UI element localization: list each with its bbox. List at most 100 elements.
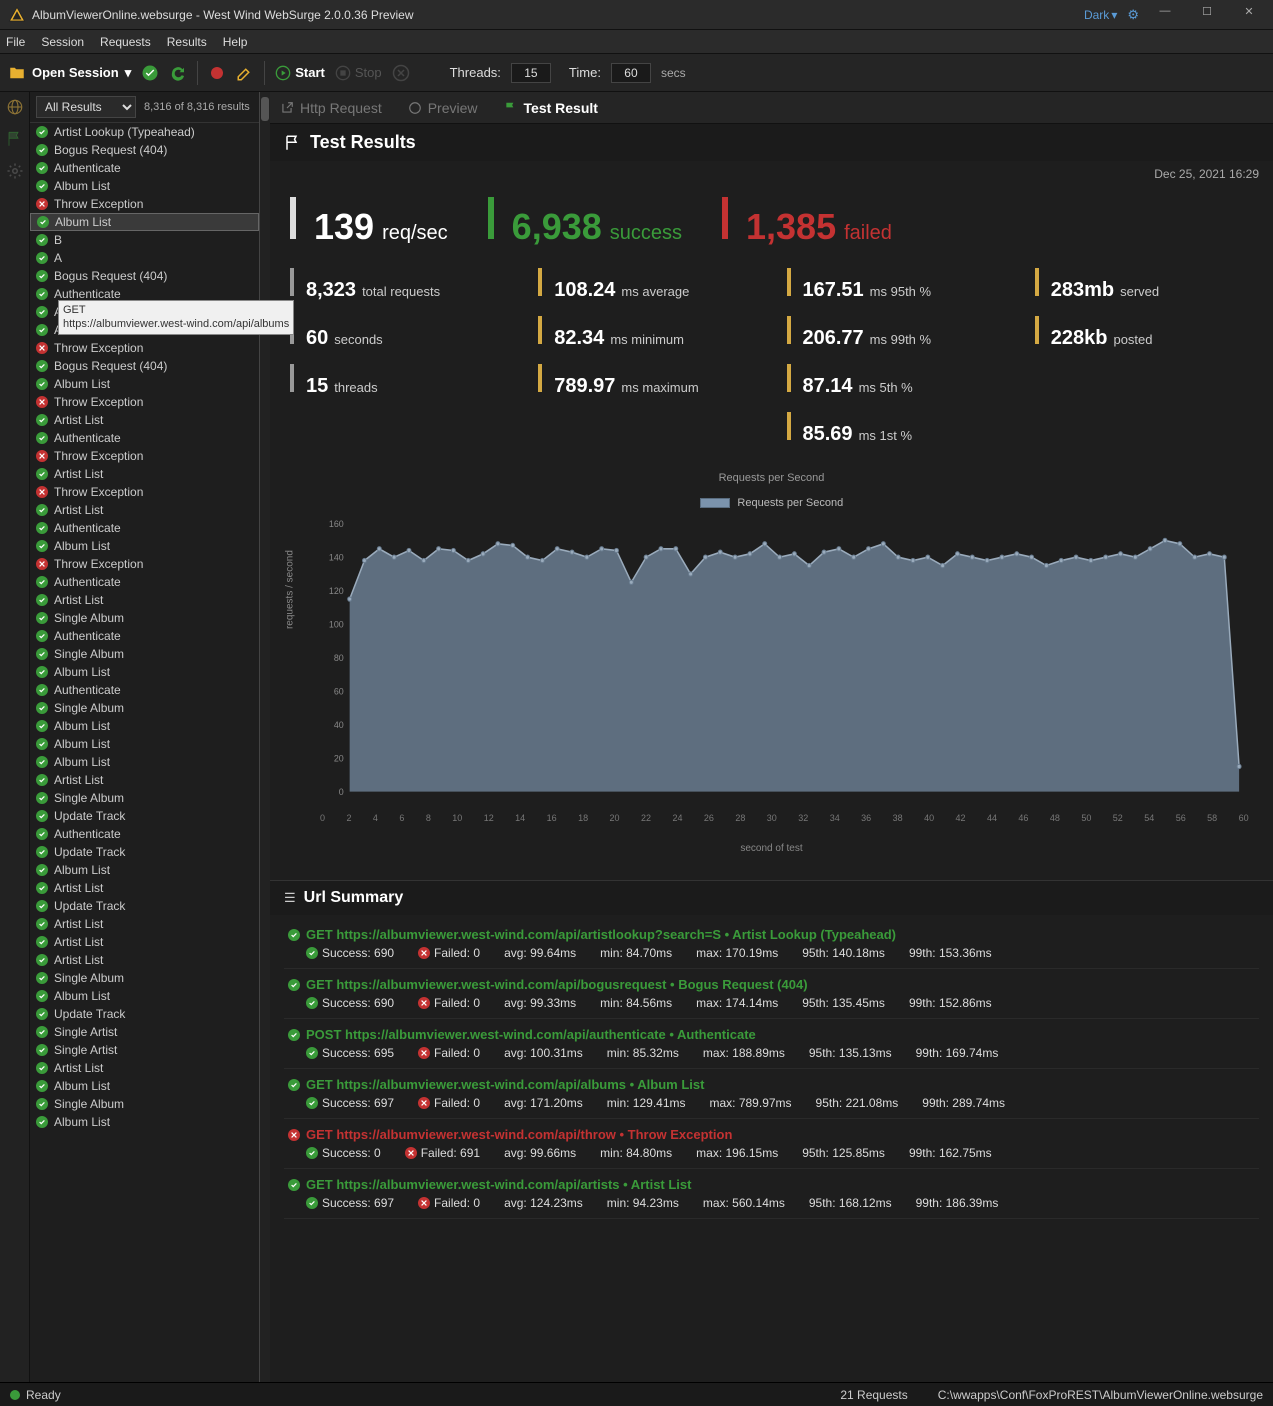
request-item[interactable]: Bogus Request (404) xyxy=(30,141,259,159)
request-item[interactable]: Artist List xyxy=(30,951,259,969)
tab-http-request[interactable]: Http Request xyxy=(280,100,382,116)
request-item[interactable]: Artist List xyxy=(30,465,259,483)
request-item[interactable]: Artist List xyxy=(30,591,259,609)
menu-session[interactable]: Session xyxy=(41,35,84,49)
url-summary-item[interactable]: GET https://albumviewer.west-wind.com/ap… xyxy=(284,1119,1259,1169)
request-label: Single Album xyxy=(54,701,124,715)
request-item[interactable]: Authenticate xyxy=(30,519,259,537)
url-summary-item[interactable]: GET https://albumviewer.west-wind.com/ap… xyxy=(284,969,1259,1019)
request-item[interactable]: Throw Exception xyxy=(30,555,259,573)
request-item[interactable]: Update Track xyxy=(30,807,259,825)
request-item[interactable]: Throw Exception xyxy=(30,339,259,357)
request-item[interactable]: Authenticate xyxy=(30,429,259,447)
request-item[interactable]: Album List xyxy=(30,1077,259,1095)
settings-icon[interactable]: ⚙ xyxy=(1127,7,1139,23)
menu-results[interactable]: Results xyxy=(167,35,207,49)
edit-icon[interactable] xyxy=(236,64,254,82)
check-icon xyxy=(36,1008,48,1020)
request-item[interactable]: Artist List xyxy=(30,1059,259,1077)
minimize-button[interactable]: — xyxy=(1149,5,1181,25)
request-item[interactable]: Update Track xyxy=(30,843,259,861)
check-icon[interactable] xyxy=(141,64,159,82)
results-filter-select[interactable]: All Results xyxy=(36,96,136,118)
refresh-icon[interactable] xyxy=(169,64,187,82)
check-icon xyxy=(36,1116,48,1128)
request-item[interactable]: B xyxy=(30,231,259,249)
maximize-button[interactable]: ☐ xyxy=(1191,5,1223,25)
request-item[interactable]: Album List xyxy=(30,537,259,555)
menu-file[interactable]: File xyxy=(6,35,25,49)
request-item[interactable]: Update Track xyxy=(30,1005,259,1023)
request-item[interactable]: Authenticate xyxy=(30,159,259,177)
gear-icon[interactable] xyxy=(6,162,24,180)
request-item[interactable]: A xyxy=(30,249,259,267)
request-item[interactable]: Artist Lookup (Typeahead) xyxy=(30,123,259,141)
request-item[interactable]: Artist List xyxy=(30,411,259,429)
request-item[interactable]: Authenticate xyxy=(30,681,259,699)
request-item[interactable]: Single Album xyxy=(30,789,259,807)
stop-button[interactable]: Stop xyxy=(335,65,382,81)
request-label: Artist List xyxy=(54,593,103,607)
check-icon xyxy=(36,918,48,930)
request-item[interactable]: Album List xyxy=(30,861,259,879)
request-item[interactable]: Authenticate xyxy=(30,627,259,645)
request-item[interactable]: Throw Exception xyxy=(30,393,259,411)
tab-preview[interactable]: Preview xyxy=(408,100,478,116)
check-icon xyxy=(36,792,48,804)
time-input[interactable] xyxy=(611,63,651,83)
check-icon xyxy=(36,144,48,156)
request-item[interactable]: Album List xyxy=(30,375,259,393)
request-item[interactable]: Artist List xyxy=(30,879,259,897)
tab-test-result[interactable]: Test Result xyxy=(504,100,598,116)
svg-text:0: 0 xyxy=(339,786,344,796)
flag-icon[interactable] xyxy=(6,130,24,148)
request-item[interactable]: Throw Exception xyxy=(30,483,259,501)
check-icon xyxy=(36,306,48,318)
request-item[interactable]: Authenticate xyxy=(30,825,259,843)
request-item[interactable]: Album List xyxy=(30,753,259,771)
cancel-icon[interactable] xyxy=(392,64,410,82)
request-item[interactable]: Update Track xyxy=(30,897,259,915)
url-summary-item[interactable]: GET https://albumviewer.west-wind.com/ap… xyxy=(284,919,1259,969)
menu-help[interactable]: Help xyxy=(223,35,248,49)
globe-icon[interactable] xyxy=(6,98,24,116)
url-summary-item[interactable]: GET https://albumviewer.west-wind.com/ap… xyxy=(284,1169,1259,1219)
url-summary-item[interactable]: POST https://albumviewer.west-wind.com/a… xyxy=(284,1019,1259,1069)
request-item[interactable]: Throw Exception xyxy=(30,195,259,213)
request-item[interactable]: Artist List xyxy=(30,501,259,519)
small-metric xyxy=(1035,364,1253,398)
request-item[interactable]: Throw Exception xyxy=(30,447,259,465)
request-item[interactable]: Album List xyxy=(30,213,259,231)
open-session-button[interactable]: Open Session ▾ xyxy=(8,64,131,82)
request-item[interactable]: Artist List xyxy=(30,933,259,951)
request-item[interactable]: Single Album xyxy=(30,609,259,627)
menu-requests[interactable]: Requests xyxy=(100,35,151,49)
check-icon xyxy=(306,997,318,1009)
request-item[interactable]: Authenticate xyxy=(30,573,259,591)
request-item[interactable]: Bogus Request (404) xyxy=(30,267,259,285)
request-item[interactable]: Album List xyxy=(30,177,259,195)
theme-selector[interactable]: Dark ▾ xyxy=(1084,8,1117,22)
request-item[interactable]: Album List xyxy=(30,663,259,681)
sidebar-scrollbar[interactable] xyxy=(260,92,270,1382)
close-button[interactable]: ✕ xyxy=(1233,5,1265,25)
record-icon[interactable] xyxy=(208,64,226,82)
check-icon xyxy=(36,720,48,732)
request-item[interactable]: Artist List xyxy=(30,915,259,933)
request-item[interactable]: Artist List xyxy=(30,771,259,789)
request-item[interactable]: Album List xyxy=(30,735,259,753)
request-item[interactable]: Album List xyxy=(30,1113,259,1131)
request-item[interactable]: Single Album xyxy=(30,699,259,717)
request-item[interactable]: Single Artist xyxy=(30,1041,259,1059)
request-item[interactable]: Single Album xyxy=(30,645,259,663)
request-item[interactable]: Bogus Request (404) xyxy=(30,357,259,375)
threads-input[interactable] xyxy=(511,63,551,83)
request-item[interactable]: Album List xyxy=(30,987,259,1005)
request-item[interactable]: Album List xyxy=(30,717,259,735)
request-label: Artist Lookup (Typeahead) xyxy=(54,125,195,139)
request-item[interactable]: Single Artist xyxy=(30,1023,259,1041)
request-item[interactable]: Single Album xyxy=(30,1095,259,1113)
url-summary-item[interactable]: GET https://albumviewer.west-wind.com/ap… xyxy=(284,1069,1259,1119)
start-button[interactable]: Start xyxy=(275,65,325,81)
request-item[interactable]: Single Album xyxy=(30,969,259,987)
